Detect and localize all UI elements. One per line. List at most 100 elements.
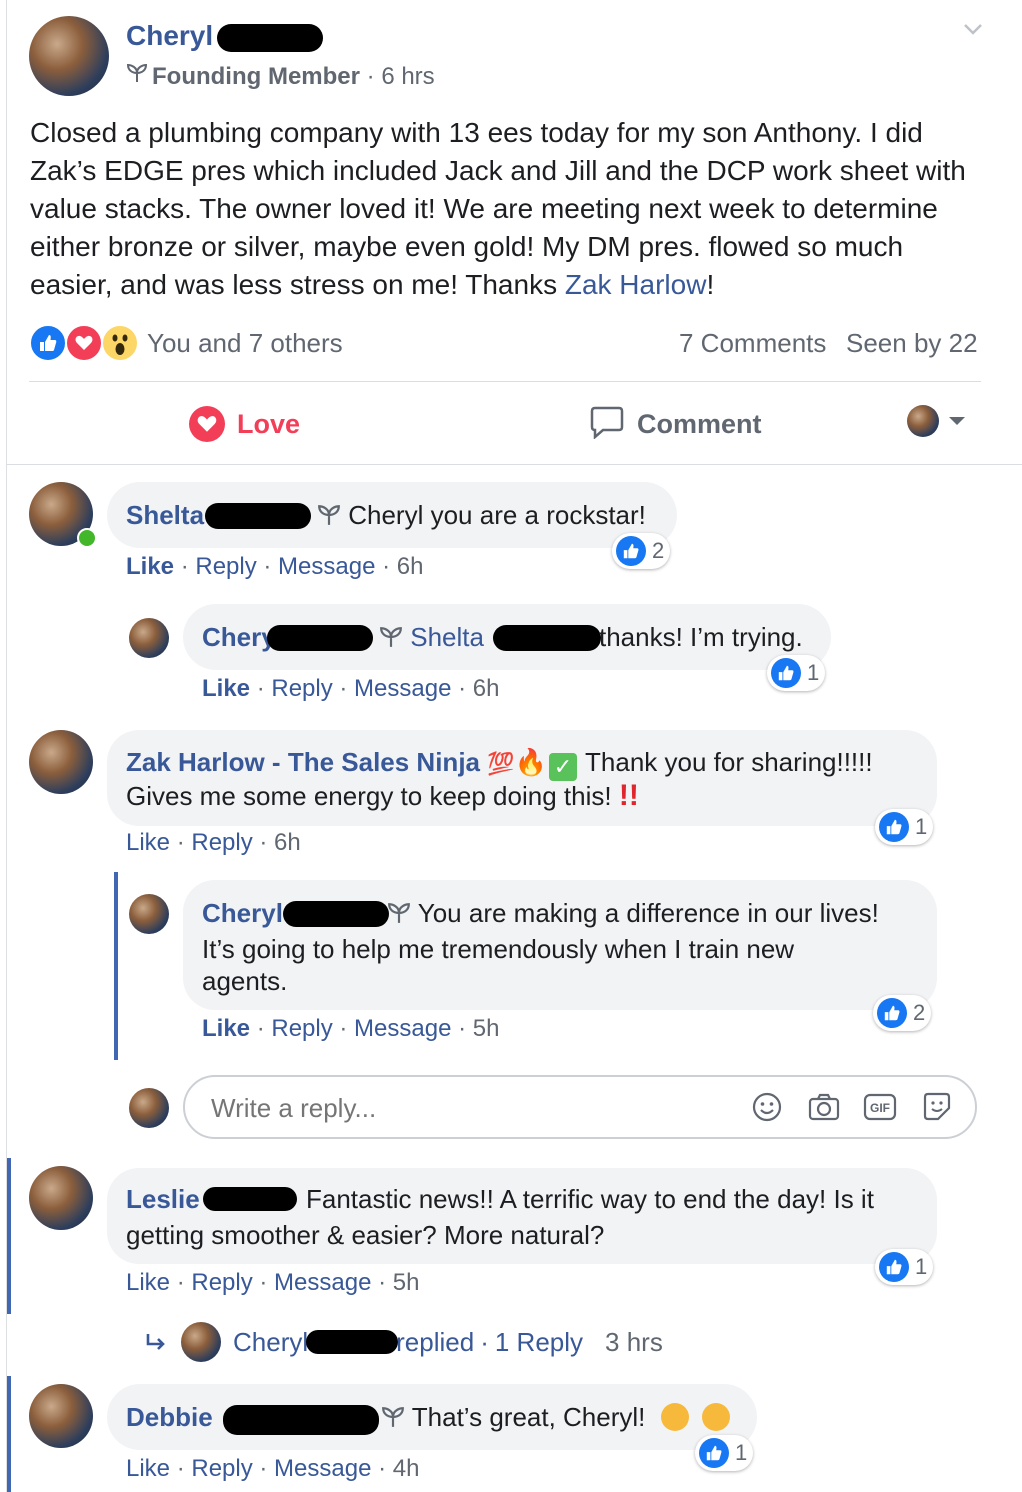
message-link[interactable]: Message	[274, 1269, 371, 1296]
comment-time[interactable]: 6h	[274, 829, 301, 856]
message-link[interactable]: Message	[278, 553, 375, 580]
commenter-name[interactable]: Leslie	[126, 1183, 200, 1216]
view-replies-row[interactable]: Cheryl replied · 1 Reply 3 hrs	[145, 1322, 663, 1362]
redaction	[223, 1405, 379, 1435]
commenter-name[interactable]: Shelta	[126, 499, 204, 532]
sticker-icon[interactable]	[921, 1091, 953, 1128]
commenter-avatar[interactable]	[129, 894, 169, 934]
comment-reaction-count[interactable]: 2	[873, 995, 932, 1031]
like-link[interactable]: Like	[126, 553, 174, 580]
like-icon	[877, 998, 907, 1028]
commenter-name[interactable]: Cheryl	[202, 897, 283, 930]
thread-line	[7, 1376, 11, 1492]
double-exclamation-icon: !!	[618, 779, 639, 812]
author-avatar[interactable]	[29, 16, 109, 96]
reply-input[interactable]: GIF	[183, 1075, 977, 1139]
comment-reaction-count[interactable]: 1	[767, 655, 826, 691]
seen-by[interactable]: Seen by 22	[846, 328, 978, 359]
comment-time[interactable]: 4h	[393, 1455, 420, 1482]
comment-time[interactable]: 5h	[473, 1015, 500, 1042]
divider	[29, 381, 981, 382]
reply-link[interactable]: Reply	[271, 675, 332, 702]
mention-shelta[interactable]: Shelta	[410, 622, 484, 652]
author-name[interactable]: Cheryl	[126, 20, 213, 52]
message-link[interactable]: Message	[274, 1455, 371, 1482]
message-link[interactable]: Message	[354, 1015, 451, 1042]
online-indicator	[77, 528, 97, 548]
love-label: Love	[237, 408, 301, 439]
reaction-selector[interactable]	[907, 404, 971, 438]
replied-text[interactable]: replied	[396, 1327, 474, 1358]
redaction	[205, 503, 311, 529]
like-icon	[699, 1438, 729, 1468]
reply-link[interactable]: Reply	[191, 1269, 252, 1296]
founding-member-badge: Founding Member	[152, 63, 360, 90]
sprout-icon	[126, 62, 152, 91]
mention-zak[interactable]: Zak Harlow	[565, 269, 707, 300]
comment-reaction-count[interactable]: 1	[875, 1249, 934, 1285]
comment-text: Shelta	[379, 621, 484, 654]
hundred-emoji: 💯	[487, 751, 515, 776]
svg-text:GIF: GIF	[870, 1101, 890, 1115]
comment-label: Comment	[637, 408, 762, 439]
heart-icon	[189, 406, 225, 442]
like-link[interactable]: Like	[126, 1269, 170, 1296]
comment-reaction-count[interactable]: 2	[612, 533, 671, 569]
redaction	[217, 24, 323, 52]
reply-text-field[interactable]	[209, 1089, 733, 1127]
comment-time[interactable]: 6h	[473, 675, 500, 702]
clapping-hands-icon	[701, 1403, 730, 1431]
reply-count[interactable]: 1 Reply	[495, 1327, 583, 1358]
like-link[interactable]: Like	[126, 1455, 170, 1482]
like-icon	[879, 1252, 909, 1282]
comment-actions: Like · Reply · Message · 6h	[126, 553, 424, 580]
post-meta: Founding Member · 6 hrs	[126, 62, 435, 91]
commenter-avatar[interactable]	[129, 618, 169, 658]
reply-arrow-icon	[146, 1334, 165, 1350]
replier-name[interactable]: Cheryl	[233, 1327, 308, 1358]
post-card: Cheryl Founding Member · 6 hrs Closed a …	[6, 0, 1022, 1492]
comment-actions: Like · Reply · 6h	[126, 829, 301, 856]
comment-button[interactable]: Comment	[589, 404, 762, 444]
like-link[interactable]: Like	[202, 675, 250, 702]
reaction-icons[interactable]	[29, 324, 141, 362]
comment-text-line2: getting smoother & easier? More natural?	[126, 1220, 605, 1250]
like-reaction-icon	[29, 324, 67, 362]
reply-link[interactable]: Reply	[195, 553, 256, 580]
comment-text: You are making a difference in our lives…	[387, 897, 879, 930]
reply-link[interactable]: Reply	[191, 1455, 252, 1482]
reactions-text[interactable]: You and 7 others	[147, 328, 343, 359]
like-link[interactable]: Like	[126, 829, 170, 856]
like-link[interactable]: Like	[202, 1015, 250, 1042]
post-menu-chevron-icon[interactable]	[962, 18, 984, 40]
commenter-name[interactable]: Zak Harlow - The Sales Ninja	[126, 747, 480, 777]
camera-icon[interactable]	[807, 1091, 841, 1128]
commenter-avatar[interactable]	[29, 730, 93, 794]
user-avatar	[129, 1088, 169, 1128]
reply-link[interactable]: Reply	[271, 1015, 332, 1042]
comment-bubble-icon	[589, 405, 625, 444]
message-link[interactable]: Message	[354, 675, 451, 702]
commenter-avatar[interactable]	[29, 1384, 93, 1448]
sprout-icon	[382, 1407, 404, 1427]
thread-line	[114, 872, 118, 1060]
reply-link[interactable]: Reply	[191, 829, 252, 856]
gif-icon[interactable]: GIF	[863, 1092, 897, 1127]
sprout-icon	[388, 903, 410, 923]
redaction	[306, 1330, 399, 1354]
emoji-icon[interactable]	[751, 1091, 783, 1128]
comment-time[interactable]: 5h	[393, 1269, 420, 1296]
comment-actions: Like · Reply · Message · 5h	[126, 1269, 420, 1296]
commenter-avatar[interactable]	[29, 1166, 93, 1230]
comment-text: Cheryl you are a rockstar!	[317, 499, 646, 532]
post-time[interactable]: · 6 hrs	[367, 63, 435, 90]
love-button[interactable]: Love	[189, 404, 300, 444]
comment-text: Zak Harlow - The Sales Ninja 💯🔥 ✓ Thank yo…	[126, 747, 873, 781]
comment-reaction-count[interactable]: 1	[875, 809, 934, 845]
commenter-name[interactable]: Chery	[202, 621, 276, 654]
comment-time[interactable]: 6h	[397, 553, 424, 580]
comments-count[interactable]: 7 Comments	[679, 328, 826, 359]
comment-reaction-count[interactable]: 1	[695, 1435, 754, 1471]
commenter-name[interactable]: Debbie	[126, 1401, 213, 1434]
comment-text: Fantastic news!! A terrific way to end t…	[306, 1184, 874, 1214]
